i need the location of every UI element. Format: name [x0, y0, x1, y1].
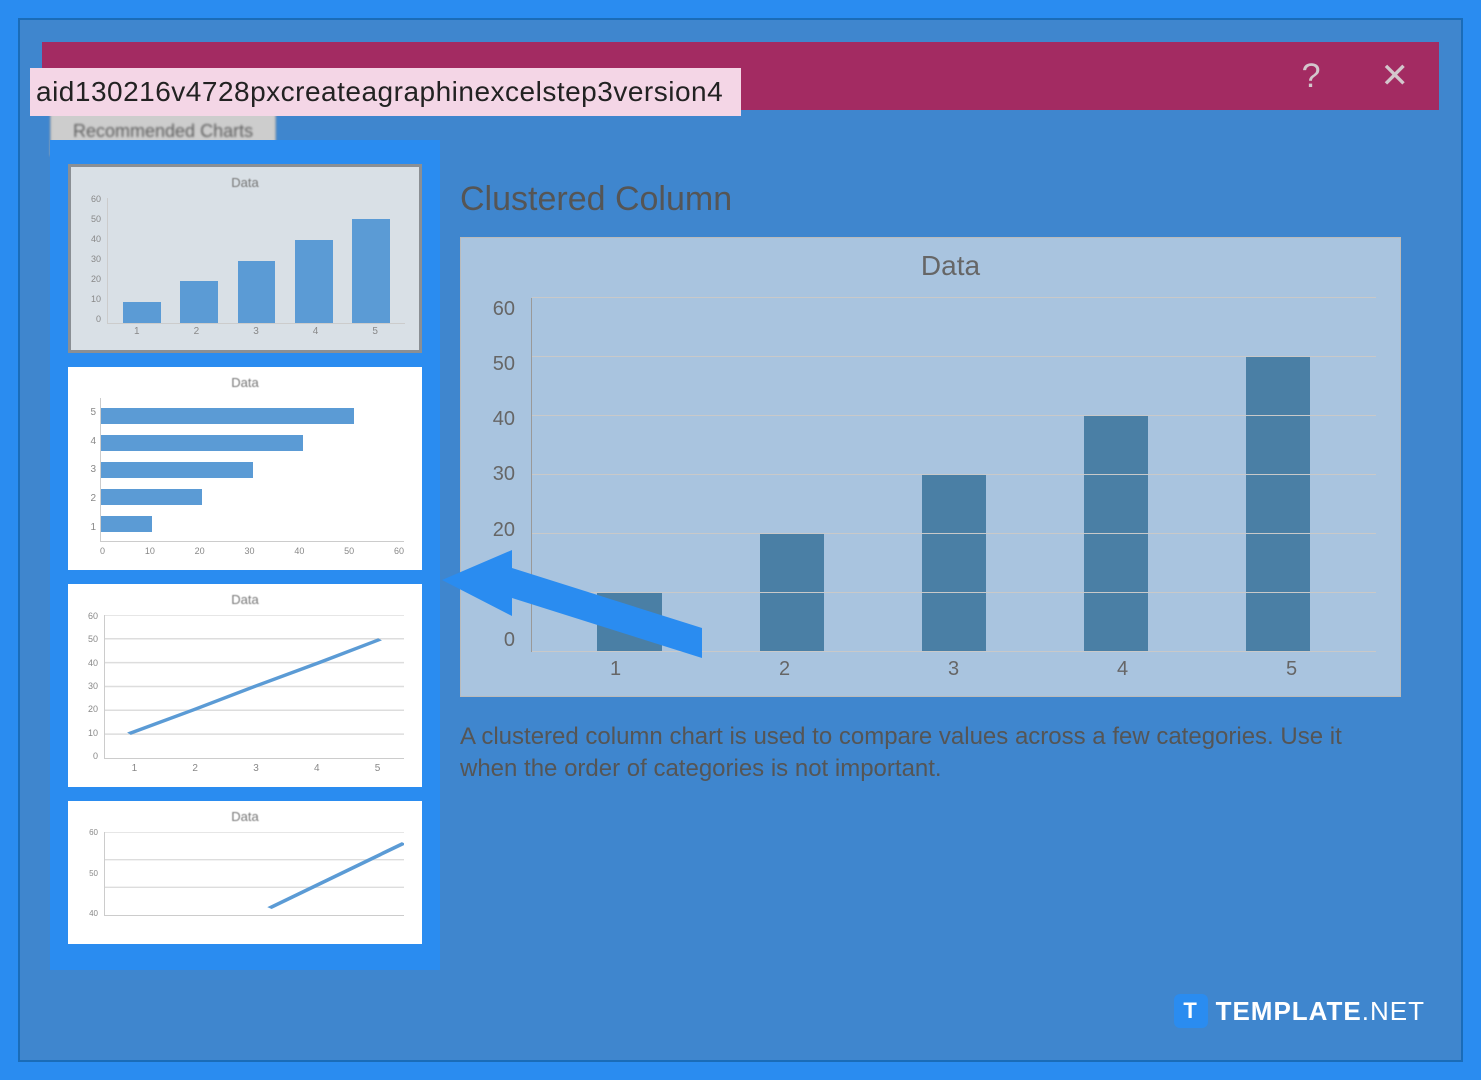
chart-bar: [760, 534, 825, 652]
mini-line-chart: 6050403020100 12345: [78, 611, 412, 781]
help-icon[interactable]: ?: [1302, 57, 1321, 96]
x-axis: 12345: [531, 658, 1376, 684]
chart-bar: [1246, 357, 1311, 652]
mini-bar-chart: 54321 0102030405060: [78, 394, 412, 564]
y-axis: 6050403020100: [475, 298, 515, 652]
thumb-clustered-bar[interactable]: Data 54321 0102030405060: [68, 367, 422, 570]
thumb-clustered-column[interactable]: Data 6050403020100 12345: [68, 164, 422, 353]
thumb-line[interactable]: Data 6050403020100 12345: [68, 584, 422, 787]
watermark: T TEMPLATE.NET: [1174, 994, 1425, 1028]
thumb-title: Data: [81, 175, 409, 190]
screenshot-frame: ? ✕ Recommended Charts aid130216v4728pxc…: [18, 18, 1463, 1062]
mini-column-chart: 6050403020100 12345: [81, 194, 409, 344]
watermark-icon: T: [1174, 994, 1208, 1028]
chart-preview: Clustered Column Data 6050403020100 1234…: [460, 180, 1401, 786]
chart-description: A clustered column chart is used to comp…: [460, 721, 1401, 786]
chart-thumbnails-panel: Data 6050403020100 12345 Data 54321 0102…: [50, 140, 440, 970]
close-icon[interactable]: ✕: [1381, 56, 1410, 96]
preview-heading: Clustered Column: [460, 180, 1401, 219]
overlay-url-label: aid130216v4728pxcreateagraphinexcelstep3…: [30, 68, 741, 116]
chart-plot-area: [531, 298, 1376, 652]
chart-bar: [922, 475, 987, 652]
thumb-line-2[interactable]: Data 605040: [68, 801, 422, 944]
thumb-title: Data: [78, 592, 412, 607]
preview-chart: Data 6050403020100 12345: [460, 237, 1401, 697]
mini-line-chart-2: 605040: [78, 828, 412, 938]
chart-bar: [597, 593, 662, 652]
thumb-title: Data: [78, 809, 412, 824]
thumb-title: Data: [78, 375, 412, 390]
chart-title: Data: [521, 250, 1380, 282]
watermark-text: TEMPLATE.NET: [1216, 996, 1425, 1027]
chart-bar: [1084, 416, 1149, 652]
